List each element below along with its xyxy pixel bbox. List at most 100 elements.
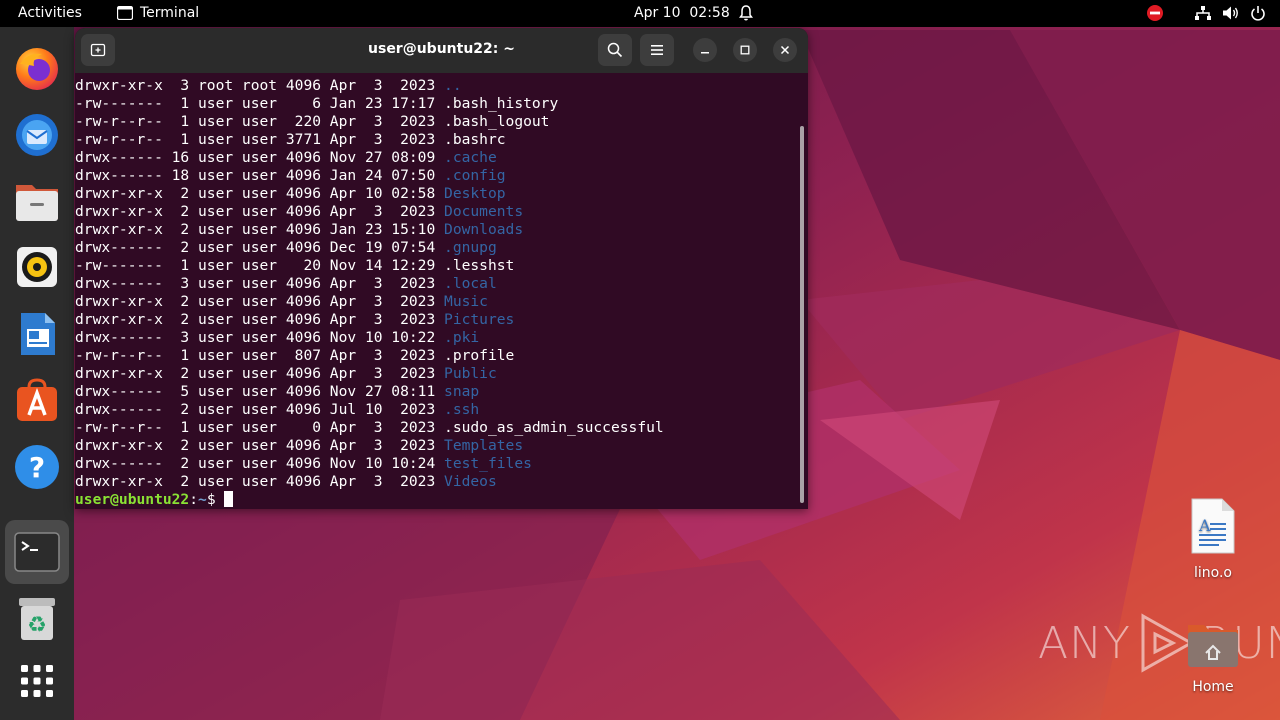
minimize-icon xyxy=(701,52,709,54)
file-meta: drwxr-xr-x 2 user user 4096 Apr 3 2023 xyxy=(75,473,445,490)
terminal-headerbar[interactable]: user@ubuntu22: ~ xyxy=(75,28,808,73)
maximize-icon xyxy=(740,45,750,55)
terminal-lines: drwxr-xr-x 3 root root 4096 Apr 3 2023 .… xyxy=(75,77,664,509)
power-icon[interactable] xyxy=(1250,5,1266,21)
terminal-line: drwx------ 18 user user 4096 Jan 24 07:5… xyxy=(75,167,664,185)
file-meta: drwx------ 3 user user 4096 Apr 3 2023 xyxy=(75,275,445,292)
search-button[interactable] xyxy=(598,34,632,66)
hamburger-menu-icon xyxy=(651,45,663,55)
terminal-output[interactable]: drwxr-xr-x 3 root root 4096 Apr 3 2023 .… xyxy=(75,73,808,509)
directory-name: .pki xyxy=(444,329,480,346)
directory-name: Videos xyxy=(444,473,497,490)
desktop-file-lino[interactable]: A lino.o xyxy=(1173,497,1253,581)
directory-name: snap xyxy=(444,383,480,400)
terminal-line: drwx------ 2 user user 4096 Nov 10 10:24… xyxy=(75,455,664,473)
top-bar: Activities Terminal Apr 10 02:58 xyxy=(0,0,1280,27)
bell-icon[interactable] xyxy=(738,4,754,26)
terminal-line: drwxr-xr-x 2 user user 4096 Apr 3 2023 P… xyxy=(75,365,664,383)
file-meta: drwx------ 18 user user 4096 Jan 24 07:5… xyxy=(75,167,445,184)
minimize-button[interactable] xyxy=(693,38,717,62)
prompt-symbol: $ xyxy=(206,491,225,508)
prompt-separator: : xyxy=(189,491,199,508)
close-icon xyxy=(780,45,790,55)
scrollbar[interactable] xyxy=(800,126,804,503)
terminal-line: -rw-r--r-- 1 user user 220 Apr 3 2023 .b… xyxy=(75,113,664,131)
file-name: .bash_history xyxy=(444,95,559,112)
file-name: .profile xyxy=(444,347,515,364)
desktop-home-label: Home xyxy=(1192,679,1234,695)
writer-icon[interactable] xyxy=(13,310,61,358)
file-meta: -rw------- 1 user user 6 Jan 23 17:17 xyxy=(75,95,445,112)
directory-name: Public xyxy=(444,365,497,382)
app-menu[interactable]: Terminal xyxy=(117,5,199,21)
clock[interactable]: Apr 10 02:58 xyxy=(634,5,730,21)
file-meta: drwxr-xr-x 2 user user 4096 Apr 3 2023 xyxy=(75,437,445,454)
help-icon[interactable]: ? xyxy=(13,443,61,491)
prompt-line[interactable]: user@ubuntu22:~$ xyxy=(75,491,664,509)
directory-name: Music xyxy=(444,293,488,310)
file-meta: drwx------ 2 user user 4096 Dec 19 07:54 xyxy=(75,239,445,256)
terminal-small-icon xyxy=(117,6,133,20)
terminal-line: drwx------ 5 user user 4096 Nov 27 08:11… xyxy=(75,383,664,401)
watermark-left: ANY xyxy=(1038,617,1131,669)
desktop-home-folder[interactable]: Home xyxy=(1173,617,1253,695)
file-name: .lesshst xyxy=(444,257,515,274)
file-meta: drwxr-xr-x 2 user user 4096 Apr 3 2023 xyxy=(75,365,445,382)
directory-name: .config xyxy=(444,167,506,184)
terminal-icon[interactable] xyxy=(5,520,69,584)
file-name: .bashrc xyxy=(444,131,506,148)
directory-name: .local xyxy=(444,275,497,292)
terminal-line: -rw------- 1 user user 6 Jan 23 17:17 .b… xyxy=(75,95,664,113)
search-icon xyxy=(607,42,623,58)
trash-icon[interactable]: ♻ xyxy=(13,595,61,643)
dock: ? ♻ xyxy=(0,27,74,720)
firefox-icon[interactable] xyxy=(13,45,61,93)
terminal-line: drwxr-xr-x 2 user user 4096 Jan 23 15:10… xyxy=(75,221,664,239)
directory-name: .gnupg xyxy=(444,239,497,256)
files-icon[interactable] xyxy=(13,177,61,225)
file-name: .sudo_as_admin_successful xyxy=(444,419,664,436)
directory-name: Templates xyxy=(444,437,524,454)
show-apps-icon[interactable] xyxy=(13,657,61,705)
terminal-line: drwx------ 2 user user 4096 Jul 10 2023 … xyxy=(75,401,664,419)
file-meta: -rw-r--r-- 1 user user 220 Apr 3 2023 xyxy=(75,113,445,130)
svg-text:♻: ♻ xyxy=(27,613,47,638)
file-meta: drwxr-xr-x 2 user user 4096 Apr 3 2023 xyxy=(75,203,445,220)
svg-text:A: A xyxy=(1198,516,1211,535)
close-button[interactable] xyxy=(773,38,797,62)
terminal-line: drwxr-xr-x 2 user user 4096 Apr 3 2023 T… xyxy=(75,437,664,455)
terminal-window[interactable]: user@ubuntu22: ~ drwxr-xr-x 3 root root … xyxy=(75,28,808,509)
volume-icon[interactable] xyxy=(1222,5,1240,21)
app-center-icon[interactable] xyxy=(13,376,61,424)
prompt-path: ~ xyxy=(198,491,207,508)
terminal-line: drwx------ 3 user user 4096 Nov 10 10:22… xyxy=(75,329,664,347)
directory-name: Downloads xyxy=(444,221,524,238)
terminal-line: drwxr-xr-x 2 user user 4096 Apr 3 2023 V… xyxy=(75,473,664,491)
menu-button[interactable] xyxy=(640,34,674,66)
file-meta: drwx------ 5 user user 4096 Nov 27 08:11 xyxy=(75,383,445,400)
activities-button[interactable]: Activities xyxy=(18,5,82,21)
terminal-line: drwx------ 2 user user 4096 Dec 19 07:54… xyxy=(75,239,664,257)
terminal-line: drwxr-xr-x 2 user user 4096 Apr 3 2023 M… xyxy=(75,293,664,311)
maximize-button[interactable] xyxy=(733,38,757,62)
file-meta: drwxr-xr-x 2 user user 4096 Jan 23 15:10 xyxy=(75,221,445,238)
terminal-line: -rw-r--r-- 1 user user 3771 Apr 3 2023 .… xyxy=(75,131,664,149)
file-meta: drwxr-xr-x 2 user user 4096 Apr 3 2023 xyxy=(75,311,445,328)
text-cursor xyxy=(224,491,234,507)
thunderbird-icon[interactable] xyxy=(13,110,61,158)
file-meta: drwxr-xr-x 2 user user 4096 Apr 10 02:58 xyxy=(75,185,445,202)
terminal-line: drwx------ 16 user user 4096 Nov 27 08:0… xyxy=(75,149,664,167)
file-meta: -rw-r--r-- 1 user user 3771 Apr 3 2023 xyxy=(75,131,445,148)
file-meta: drwx------ 2 user user 4096 Jul 10 2023 xyxy=(75,401,445,418)
terminal-line: drwxr-xr-x 3 root root 4096 Apr 3 2023 .… xyxy=(75,77,664,95)
home-folder-icon xyxy=(1188,625,1238,667)
app-menu-label: Terminal xyxy=(140,5,200,21)
do-not-disturb-icon[interactable] xyxy=(1146,4,1164,22)
terminal-line: drwxr-xr-x 2 user user 4096 Apr 10 02:58… xyxy=(75,185,664,203)
directory-name: test_files xyxy=(444,455,532,472)
directory-name: Desktop xyxy=(444,185,506,202)
rhythmbox-icon[interactable] xyxy=(13,243,61,291)
network-icon[interactable] xyxy=(1194,5,1212,21)
system-tray[interactable] xyxy=(1146,4,1276,22)
terminal-line: -rw-r--r-- 1 user user 807 Apr 3 2023 .p… xyxy=(75,347,664,365)
